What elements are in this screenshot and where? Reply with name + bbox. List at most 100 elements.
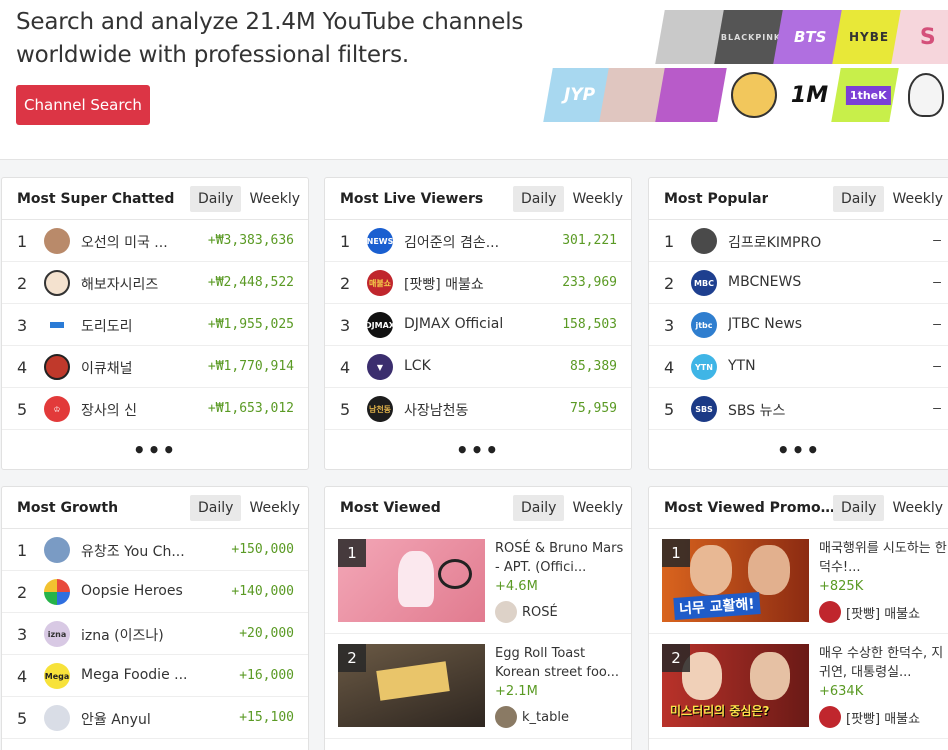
channel-name[interactable]: 해보자시리즈 [81, 274, 158, 294]
channel-name[interactable]: 김프로KIMPRO [728, 232, 821, 252]
rank-number: 4 [17, 667, 28, 686]
table-row[interactable]: 1 유창조 You Ch... +150,000 [2, 529, 308, 571]
table-row[interactable]: 4 YTN YTN – [649, 346, 948, 388]
video-title[interactable]: 매국행위를 시도하는 한덕수!... [819, 539, 948, 577]
avatar [691, 228, 717, 254]
tab-weekly[interactable]: Weekly [884, 495, 948, 521]
rank-number: 3 [17, 316, 28, 335]
tab-daily[interactable]: Daily [513, 495, 565, 521]
channel-name[interactable]: 안율 Anyul [81, 709, 151, 729]
channel-name[interactable]: 장사의 신 [81, 400, 137, 420]
table-row[interactable]: 2 해보자시리즈 +₩2,448,522 [2, 262, 308, 304]
video-thumbnail[interactable]: 2 [338, 644, 485, 727]
table-row[interactable]: 5 안율 Anyul +15,100 [2, 697, 308, 739]
rank-number: 5 [17, 400, 28, 419]
card-header: Most Viewed Daily Weekly [325, 487, 631, 529]
channel-name[interactable]: k_table [522, 710, 569, 725]
tab-weekly[interactable]: Weekly [564, 495, 631, 521]
channel-name[interactable]: izna (이즈나) [81, 625, 164, 645]
video-item[interactable]: 미스터리의 중심은? 2 매우 수상한 한덕수, 지귀연, 대통령실... +6… [649, 634, 948, 739]
stat-value: – [933, 401, 941, 416]
table-row[interactable]: 1 오선의 미국 ... +₩3,383,636 [2, 220, 308, 262]
channel-name[interactable]: Mega Foodie ... [81, 667, 187, 683]
tab-daily[interactable]: Daily [513, 186, 565, 212]
channel-name[interactable]: MBCNEWS [728, 274, 801, 290]
channel-name[interactable]: SBS 뉴스 [728, 400, 785, 420]
video-item[interactable]: 2 Egg Roll Toast Korean street foo... +2… [325, 634, 631, 739]
table-row[interactable]: 1 NEWS 김어준의 겸손... 301,221 [325, 220, 631, 262]
rank-number: 5 [17, 709, 28, 728]
tab-weekly[interactable]: Weekly [241, 495, 308, 521]
avatar [495, 706, 517, 728]
table-row[interactable]: 2 MBC MBCNEWS – [649, 262, 948, 304]
table-row[interactable]: 3 izna izna (이즈나) +20,000 [2, 613, 308, 655]
channel-name[interactable]: 사장남천동 [404, 400, 468, 420]
video-thumbnail[interactable]: 1 [338, 539, 485, 622]
table-row[interactable]: 4 ▼ LCK 85,389 [325, 346, 631, 388]
tab-weekly[interactable]: Weekly [241, 186, 308, 212]
table-row[interactable]: 5 남천동 사장남천동 75,959 [325, 388, 631, 430]
video-title[interactable]: ROSÉ & Bruno Mars - APT. (Offici... [495, 539, 627, 577]
channel-name[interactable]: 유창조 You Ch... [81, 541, 185, 561]
channel-name[interactable]: YTN [728, 358, 756, 374]
channel-logo-11[interactable] [889, 68, 948, 122]
stat-value: +150,000 [231, 542, 294, 557]
period-tabs: Daily Weekly [190, 495, 308, 521]
tab-weekly[interactable]: Weekly [884, 186, 948, 212]
video-channel[interactable]: ROSÉ [495, 601, 558, 623]
channel-name[interactable]: 도리도리 [81, 316, 133, 336]
channel-name[interactable]: Oopsie Heroes [81, 583, 183, 599]
rank-number: 5 [664, 400, 675, 419]
stat-value: +₩3,383,636 [207, 233, 294, 248]
video-thumbnail[interactable]: 너무 교활해! 1 [662, 539, 809, 622]
thumbnail-caption: 미스터리의 중심은? [670, 704, 770, 718]
table-row[interactable]: 2 매불쇼 [팟빵] 매불쇼 233,969 [325, 262, 631, 304]
video-channel[interactable]: k_table [495, 706, 569, 728]
more-button[interactable]: ••• [325, 430, 631, 469]
table-row[interactable]: 3 jtbc JTBC News – [649, 304, 948, 346]
tab-daily[interactable]: Daily [833, 495, 885, 521]
channel-name[interactable]: DJMAX Official [404, 316, 503, 332]
table-row[interactable]: 5 SBS SBS 뉴스 – [649, 388, 948, 430]
table-row[interactable]: 3 DJMAX DJMAX Official 158,503 [325, 304, 631, 346]
channel-name[interactable]: LCK [404, 358, 431, 374]
video-title[interactable]: 매우 수상한 한덕수, 지귀연, 대통령실... [819, 644, 948, 682]
stat-value: 85,389 [570, 359, 617, 374]
video-channel[interactable]: [팟빵] 매불쇼 [819, 706, 920, 728]
tab-weekly[interactable]: Weekly [564, 186, 631, 212]
channel-name[interactable]: [팟빵] 매불쇼 [846, 708, 920, 727]
channel-name[interactable]: 김어준의 겸손... [404, 232, 499, 252]
channel-name[interactable]: JTBC News [728, 316, 802, 332]
channel-search-button[interactable]: Channel Search [16, 85, 150, 125]
more-button[interactable]: ••• [649, 430, 948, 469]
more-button[interactable]: ••• [2, 430, 308, 469]
video-thumbnail[interactable]: 미스터리의 중심은? 2 [662, 644, 809, 727]
channel-name[interactable]: [팟빵] 매불쇼 [404, 274, 484, 294]
video-title[interactable]: Egg Roll Toast Korean street foo... [495, 644, 627, 682]
hero-title: Search and analyze 21.4M YouTube channel… [16, 9, 524, 68]
table-row[interactable]: 1 김프로KIMPRO – [649, 220, 948, 262]
avatar [44, 537, 70, 563]
channel-logo-sm[interactable]: S [891, 10, 948, 64]
rank-number: 4 [664, 358, 675, 377]
table-row[interactable]: 4 이큐채널 +₩1,770,914 [2, 346, 308, 388]
tab-daily[interactable]: Daily [190, 495, 242, 521]
video-item[interactable]: 너무 교활해! 1 매국행위를 시도하는 한덕수!... +825K [팟빵] … [649, 529, 948, 634]
tab-daily[interactable]: Daily [833, 186, 885, 212]
tab-daily[interactable]: Daily [190, 186, 242, 212]
channel-name[interactable]: ROSÉ [522, 605, 558, 620]
video-channel[interactable]: [팟빵] 매불쇼 [819, 601, 920, 623]
rank-number: 4 [340, 358, 351, 377]
channel-name[interactable]: [팟빵] 매불쇼 [846, 603, 920, 622]
table-row[interactable]: 2 Oopsie Heroes +140,000 [2, 571, 308, 613]
most-viewed-card: Most Viewed Daily Weekly 1 ROSÉ & Bruno … [324, 486, 632, 750]
channel-name[interactable]: 이큐채널 [81, 358, 133, 378]
stat-value: +₩1,653,012 [207, 401, 294, 416]
channel-name[interactable]: 오선의 미국 ... [81, 232, 168, 252]
table-row[interactable]: 5 ♔ 장사의 신 +₩1,653,012 [2, 388, 308, 430]
video-item[interactable]: 1 ROSÉ & Bruno Mars - APT. (Offici... +4… [325, 529, 631, 634]
stat-value: – [933, 317, 941, 332]
table-row[interactable]: 3 도리도리 +₩1,955,025 [2, 304, 308, 346]
card-header: Most Popular Daily Weekly [649, 178, 948, 220]
table-row[interactable]: 4 Mega Mega Foodie ... +16,000 [2, 655, 308, 697]
